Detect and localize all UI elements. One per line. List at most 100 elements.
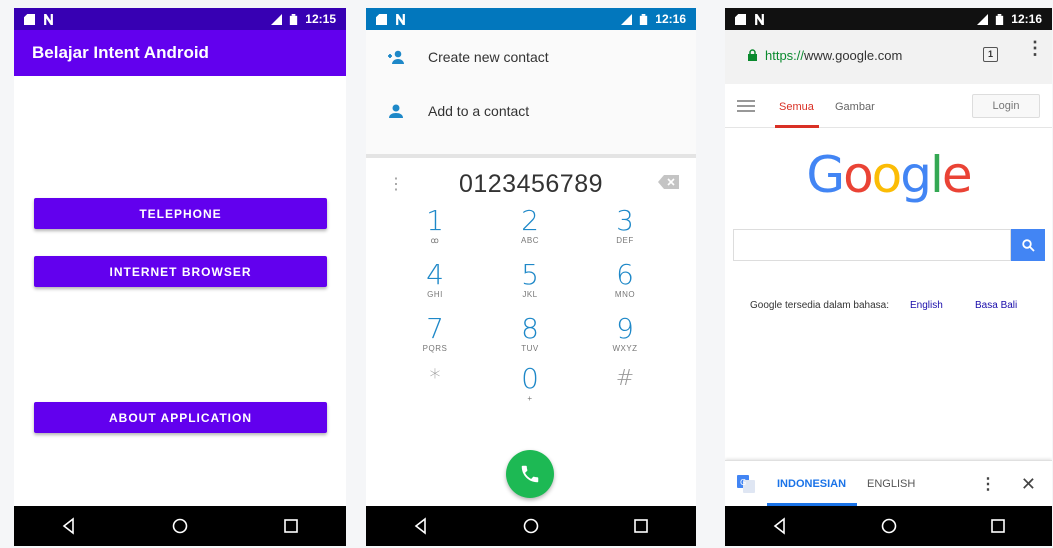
translate-menu-icon[interactable]: ⋮ xyxy=(980,474,996,494)
dial-key[interactable]: * xyxy=(385,364,485,394)
person-icon xyxy=(389,104,403,118)
status-bar: 12:16 xyxy=(366,8,696,30)
recents-icon[interactable] xyxy=(631,516,651,536)
phone-app-screen: 12:15 Belajar Intent Android TELEPHONE I… xyxy=(14,8,346,546)
back-icon[interactable] xyxy=(59,516,79,536)
browser-toolbar: https://www.google.com 1 ⋮ xyxy=(725,30,1052,84)
login-button[interactable]: Login xyxy=(972,94,1040,118)
navigation-bar xyxy=(725,506,1052,546)
status-bar: 12:16 xyxy=(725,8,1052,30)
dial-key[interactable]: 8 TUV xyxy=(480,314,580,354)
dial-key-letters: MNO xyxy=(614,290,636,299)
home-icon[interactable] xyxy=(170,516,190,536)
dial-key[interactable]: 9 WXYZ xyxy=(575,314,675,354)
dialed-number: 0123456789 xyxy=(458,169,604,198)
search-input[interactable] xyxy=(733,229,1011,261)
dial-key-digit: # xyxy=(615,366,635,391)
dialer-content: Create new contact Add to a contact ⋮ 01… xyxy=(366,30,696,506)
digits-field[interactable]: ⋮ 0123456789 xyxy=(366,154,696,210)
n-notification-icon xyxy=(396,13,405,25)
recents-icon[interactable] xyxy=(281,516,301,536)
recents-icon[interactable] xyxy=(988,516,1008,536)
dial-key-digit: 1 xyxy=(426,204,444,237)
dial-key[interactable]: 4 GHI xyxy=(385,260,485,300)
search-button[interactable] xyxy=(1011,229,1045,261)
home-icon[interactable] xyxy=(879,516,899,536)
status-time: 12:16 xyxy=(1011,12,1042,26)
tab-switcher-button[interactable]: 1 xyxy=(983,47,998,62)
navigation-bar xyxy=(366,506,696,546)
translate-from-indonesian[interactable]: INDONESIAN xyxy=(777,478,846,490)
lang-link-english[interactable]: English xyxy=(910,300,943,311)
dial-key-digit: 2 xyxy=(521,204,539,237)
status-time: 12:15 xyxy=(305,12,336,26)
svg-text:G: G xyxy=(740,478,746,487)
dial-key-digit: 9 xyxy=(616,312,634,345)
dial-pad: 1 ꝏ 2 ABC 3 DEF 4 GHI 5 JKL 6 MNO 7 PQRS 8 TUV 9 WXYZ * 0 + # xyxy=(366,206,696,432)
dial-key[interactable]: 7 PQRS xyxy=(385,314,485,354)
search-icon xyxy=(1021,238,1035,252)
backspace-icon[interactable] xyxy=(658,174,680,190)
contact-suggestions: Create new contact Add to a contact xyxy=(366,30,696,154)
url-scheme: https:// xyxy=(765,47,805,63)
phone-browser-screen: 12:16 https://www.google.com 1 ⋮ Semua G… xyxy=(725,8,1052,546)
lock-icon xyxy=(748,49,757,61)
add-to-contact-item[interactable]: Add to a contact xyxy=(366,84,696,138)
signal-icon xyxy=(271,13,283,25)
url-field[interactable]: https://www.google.com xyxy=(733,38,975,72)
close-icon[interactable]: ✕ xyxy=(1021,474,1036,495)
tab-semua[interactable]: Semua xyxy=(779,101,814,113)
dial-key-digit: * xyxy=(429,366,441,391)
dial-key[interactable]: # xyxy=(575,364,675,394)
dial-key[interactable]: 1ꝏ xyxy=(385,206,485,246)
browser-menu-icon[interactable]: ⋮ xyxy=(1026,39,1044,57)
navigation-bar xyxy=(14,506,346,546)
dial-key[interactable]: 2 ABC xyxy=(480,206,580,246)
active-tab-indicator xyxy=(775,125,819,128)
back-icon[interactable] xyxy=(411,516,431,536)
n-notification-icon xyxy=(44,13,53,25)
dial-key-letters: ꝏ xyxy=(430,236,440,245)
tab-gambar[interactable]: Gambar xyxy=(835,101,875,113)
translate-to-english[interactable]: ENGLISH xyxy=(867,478,915,490)
language-offer: Google tersedia dalam bahasa: English Ba… xyxy=(750,300,1017,311)
dial-key-letters: ABC xyxy=(521,236,539,245)
add-person-icon xyxy=(388,50,404,64)
dial-key-letters: TUV xyxy=(521,344,539,353)
hamburger-menu-icon[interactable] xyxy=(737,100,755,112)
language-offer-text: Google tersedia dalam bahasa: xyxy=(750,300,889,311)
dial-key-letters: DEF xyxy=(616,236,634,245)
browser-content: https://www.google.com 1 ⋮ Semua Gambar … xyxy=(725,30,1052,506)
dial-key-letters: JKL xyxy=(522,290,538,299)
sd-card-icon xyxy=(376,13,387,25)
dial-key[interactable]: 3 DEF xyxy=(575,206,675,246)
internet-browser-button[interactable]: INTERNET BROWSER xyxy=(34,256,327,287)
dial-key-digit: 5 xyxy=(521,258,539,291)
dial-key-letters: GHI xyxy=(427,290,443,299)
dial-key[interactable]: 6 MNO xyxy=(575,260,675,300)
home-icon[interactable] xyxy=(521,516,541,536)
back-icon[interactable] xyxy=(770,516,790,536)
about-application-button[interactable]: ABOUT APPLICATION xyxy=(34,402,327,433)
create-new-contact-item[interactable]: Create new contact xyxy=(366,30,696,84)
battery-icon xyxy=(996,13,1004,25)
overflow-menu-icon[interactable]: ⋮ xyxy=(388,174,404,194)
status-bar: 12:15 xyxy=(14,8,346,30)
dial-key[interactable]: 0 + xyxy=(480,364,580,404)
telephone-button[interactable]: TELEPHONE xyxy=(34,198,327,229)
call-button[interactable] xyxy=(506,450,554,498)
dial-key[interactable]: 5 JKL xyxy=(480,260,580,300)
dial-key-letters: + xyxy=(527,394,533,403)
signal-icon xyxy=(977,13,989,25)
app-title: Belajar Intent Android xyxy=(14,30,346,76)
lang-link-basa-bali[interactable]: Basa Bali xyxy=(975,300,1017,311)
battery-icon xyxy=(290,13,298,25)
phone-dialer-screen: 12:16 Create new contact Add to a contac… xyxy=(366,8,696,546)
google-translate-icon: G xyxy=(737,475,755,493)
create-new-contact-label: Create new contact xyxy=(428,49,549,65)
add-to-contact-label: Add to a contact xyxy=(428,103,530,119)
app-content: TELEPHONE INTERNET BROWSER ABOUT APPLICA… xyxy=(14,76,346,506)
status-time: 12:16 xyxy=(655,12,686,26)
n-notification-icon xyxy=(755,13,764,25)
dial-key-letters: WXYZ xyxy=(612,344,638,353)
